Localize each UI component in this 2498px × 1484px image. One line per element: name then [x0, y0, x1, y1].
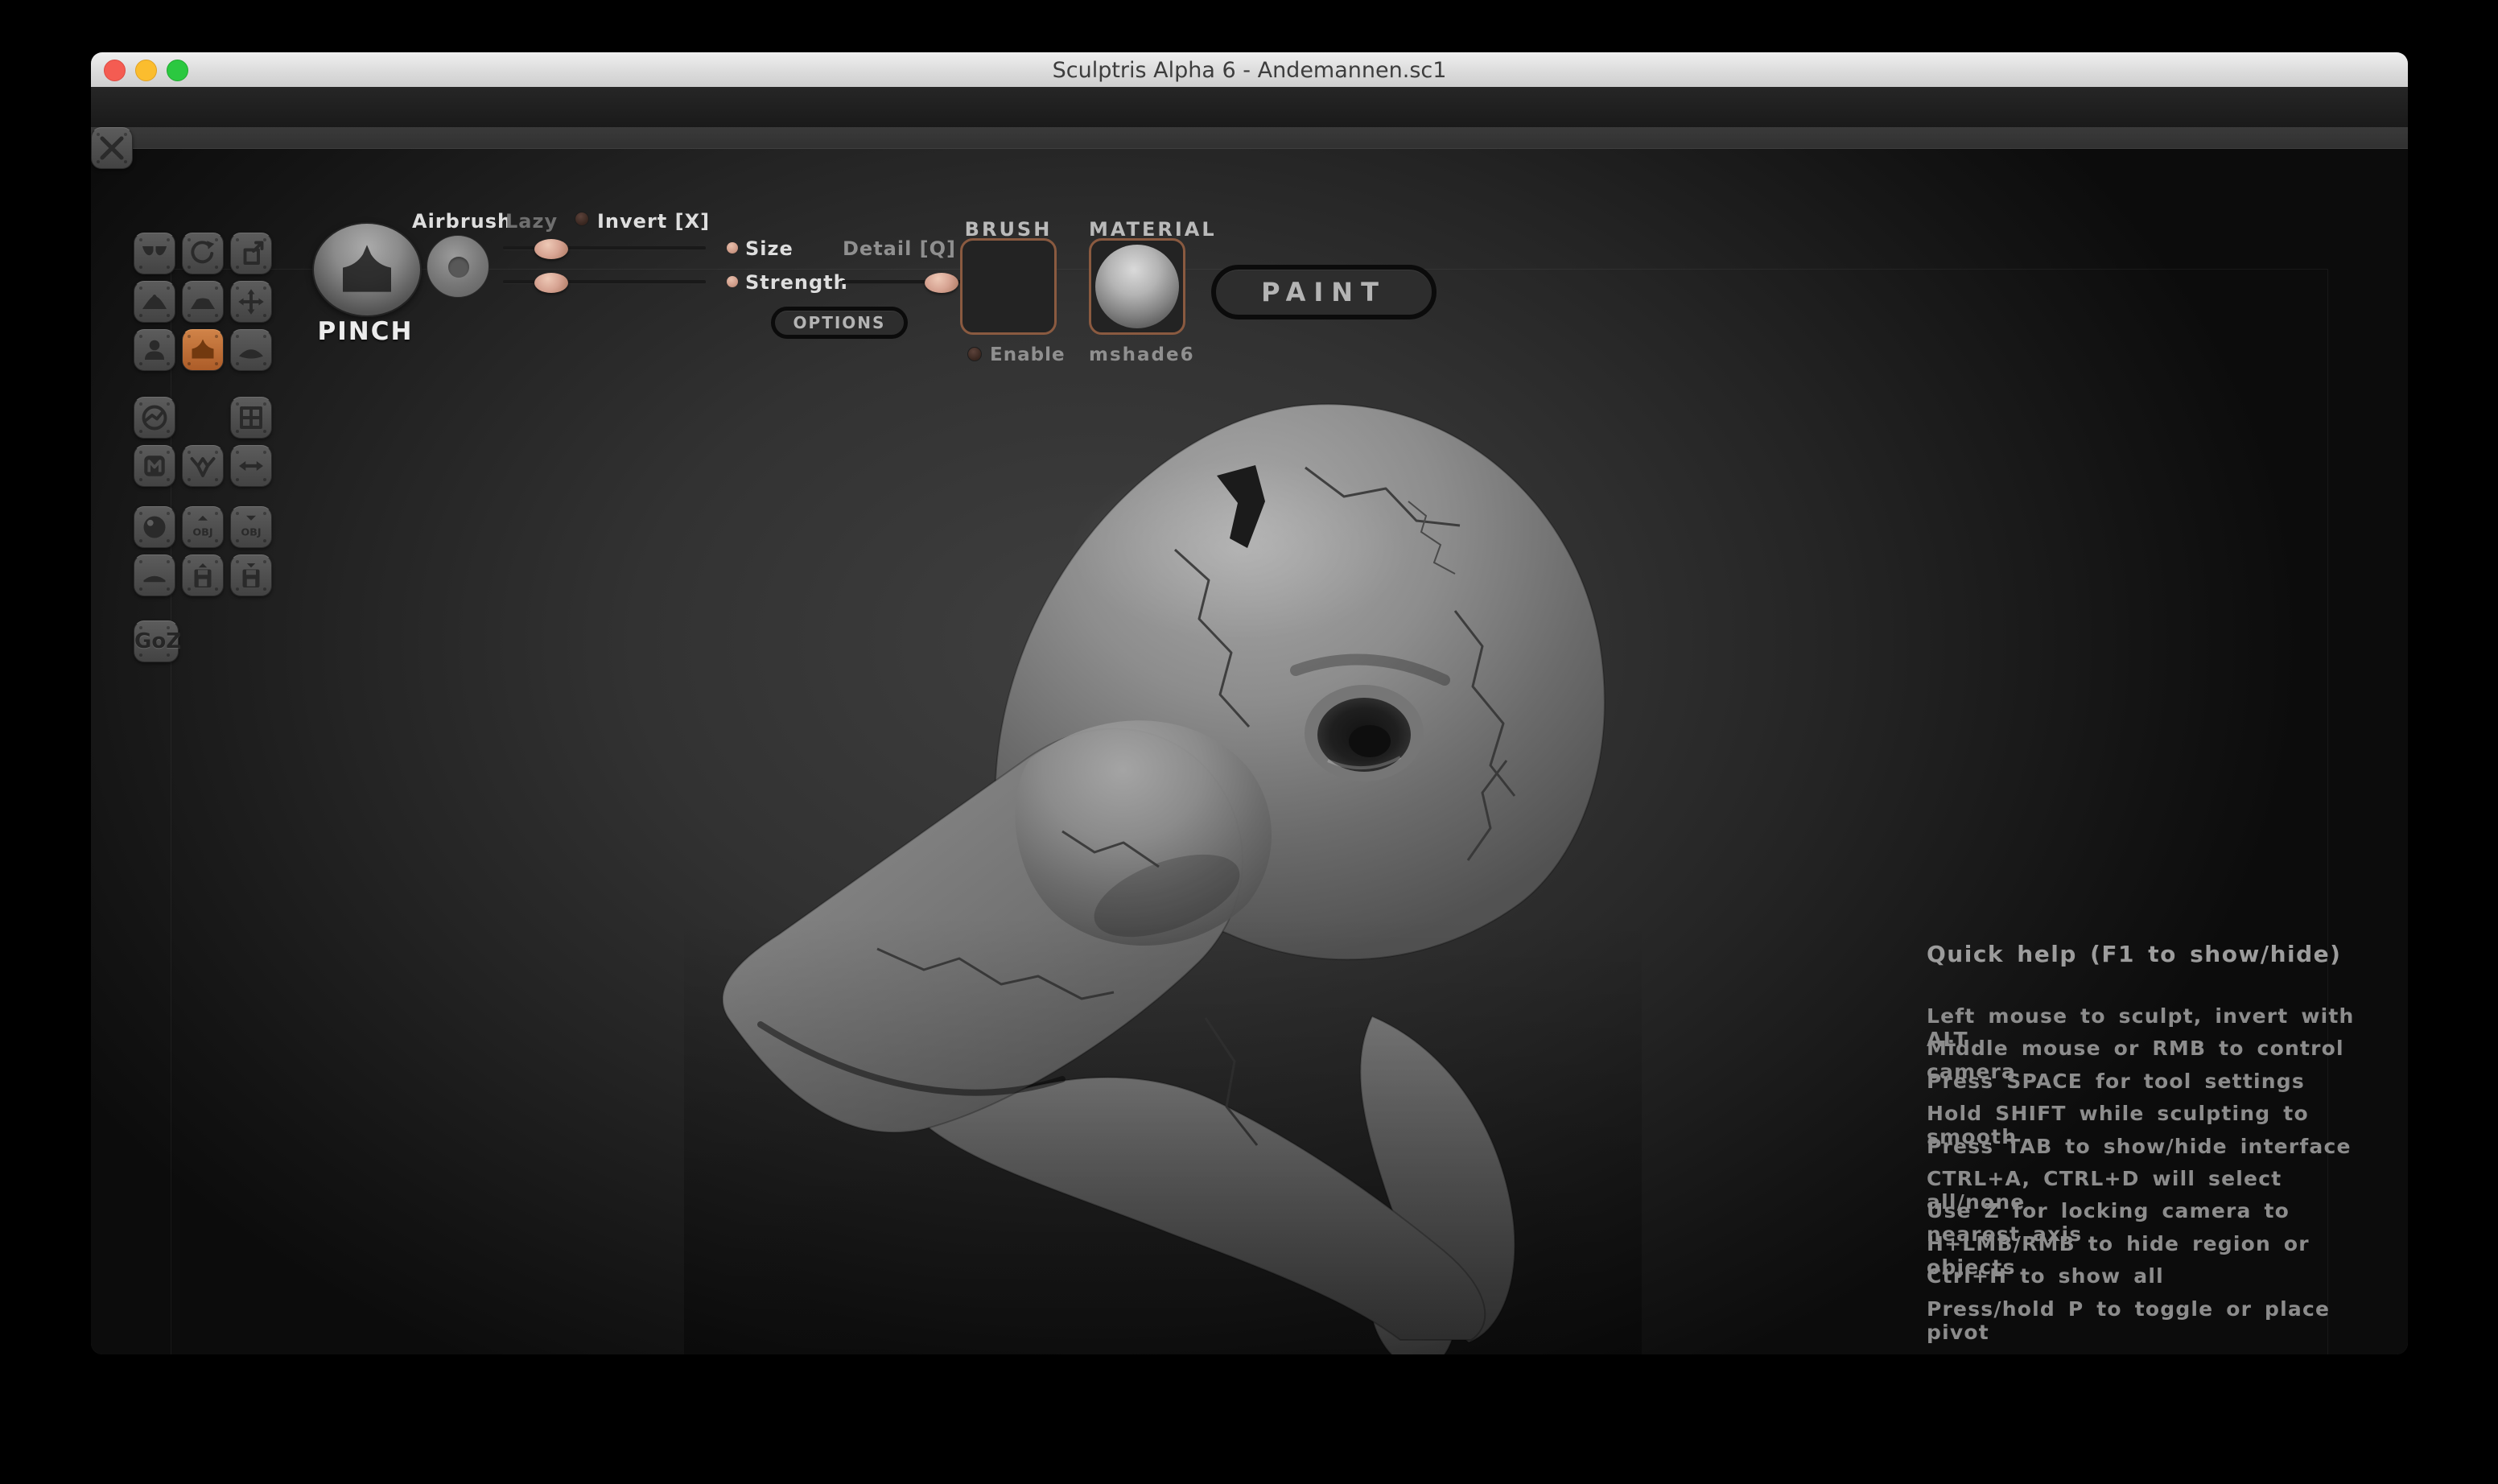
tool-open-file[interactable]	[182, 554, 224, 596]
tool-grab[interactable]	[230, 281, 272, 323]
paint-mode-button[interactable]: PAINT	[1211, 265, 1437, 319]
tool-crease[interactable]	[134, 233, 175, 274]
strength-dot-icon	[727, 276, 738, 287]
tool-reduce-selected[interactable]	[91, 127, 133, 169]
titlebar: Sculptris Alpha 6 - Andemannen.sc1	[91, 52, 2408, 88]
tool-flatten[interactable]	[182, 281, 224, 323]
help-line: Press/hold P to toggle or place pivot	[1927, 1297, 2377, 1329]
tool-scale[interactable]	[230, 233, 272, 274]
airbrush-toggle[interactable]: Airbrush	[412, 210, 512, 233]
brush-enable-dot[interactable]	[967, 347, 982, 361]
tool-new-sphere[interactable]	[134, 506, 175, 548]
tool-rotate[interactable]	[182, 233, 224, 274]
quick-help-title: Quick help (F1 to show/hide)	[1927, 941, 2377, 967]
size-slider[interactable]	[503, 246, 706, 250]
help-line: Press TAB to show/hide interface	[1927, 1135, 2377, 1167]
strength-label: Strength	[745, 271, 848, 294]
toolbar-strip	[91, 127, 2408, 149]
tool-export-obj[interactable]: OBJ	[230, 506, 272, 548]
tool-smooth[interactable]	[230, 329, 272, 371]
tool-new-plane[interactable]	[134, 554, 175, 596]
desktop: Sculptris Alpha 6 - Andemannen.sc1 S Scu…	[0, 0, 2498, 1484]
brush-enable-label: Enable	[990, 344, 1066, 365]
size-slider-handle[interactable]	[534, 239, 568, 259]
help-line: Hold SHIFT while sculpting to smooth	[1927, 1102, 2377, 1134]
help-line: Middle mouse or RMB to control camera	[1927, 1037, 2377, 1069]
tool-save-file[interactable]	[230, 554, 272, 596]
tool-pinch[interactable]	[182, 329, 224, 371]
detail-slider-handle[interactable]	[925, 273, 958, 293]
goz-button[interactable]: GoZ	[134, 620, 179, 662]
size-label: Size	[745, 237, 794, 260]
svg-text:OBJ: OBJ	[241, 527, 261, 539]
help-line: Use Z for locking camera to nearest axis	[1927, 1199, 2377, 1231]
material-name: mshade6	[1089, 344, 1185, 365]
detail-label: Detail [Q]	[843, 237, 956, 260]
window-title: Sculptris Alpha 6 - Andemannen.sc1	[91, 58, 2408, 83]
tool-subdivide-all[interactable]	[230, 397, 272, 439]
help-line: Press SPACE for tool settings	[1927, 1070, 2377, 1102]
strength-slider-handle[interactable]	[534, 273, 568, 293]
viewport[interactable]: PINCH Airbrush Lazy Invert [X] Size Deta…	[91, 127, 2408, 1354]
strength-slider[interactable]	[503, 280, 706, 284]
brush-nozzle-preview[interactable]	[427, 235, 489, 298]
tool-import-obj[interactable]: OBJ	[182, 506, 224, 548]
material-sphere-icon	[1095, 245, 1179, 328]
help-line: Ctrl+H to show all	[1927, 1264, 2377, 1296]
brand-bar: S Sculptris by Pixologic Copyright © 200…	[91, 87, 2408, 127]
tool-draw[interactable]	[134, 281, 175, 323]
help-line: CTRL+A, CTRL+D will select all/none	[1927, 1167, 2377, 1199]
tool-mask[interactable]	[134, 445, 175, 487]
svg-text:OBJ: OBJ	[192, 527, 212, 539]
tool-reduce-brush[interactable]	[134, 397, 175, 439]
lazy-toggle[interactable]: Lazy	[505, 210, 558, 233]
brush-texture-slot[interactable]	[960, 238, 1057, 335]
invert-toggle-dot[interactable]	[575, 212, 589, 226]
material-slot[interactable]	[1089, 238, 1185, 335]
active-tool-preview[interactable]	[312, 222, 422, 317]
app-window: Sculptris Alpha 6 - Andemannen.sc1 S Scu…	[91, 52, 2408, 1354]
tool-symmetry[interactable]	[230, 445, 272, 487]
invert-toggle[interactable]: Invert [X]	[597, 210, 710, 233]
help-line: Left mouse to sculpt, invert with ALT	[1927, 1004, 2377, 1037]
brush-panel-label: BRUSH	[960, 218, 1057, 241]
help-line: H+LMB/RMB to hide region or objects	[1927, 1232, 2377, 1264]
material-panel-label: MATERIAL	[1089, 218, 1185, 241]
size-dot-icon	[727, 242, 738, 254]
options-button[interactable]: OPTIONS	[771, 307, 908, 339]
quick-help-panel: Quick help (F1 to show/hide) Left mouse …	[1927, 941, 2377, 1354]
skull-model[interactable]	[684, 381, 1642, 1354]
active-tool-label: PINCH	[312, 317, 418, 346]
tool-wireframe[interactable]	[182, 445, 224, 487]
tool-inflate[interactable]	[134, 329, 175, 371]
